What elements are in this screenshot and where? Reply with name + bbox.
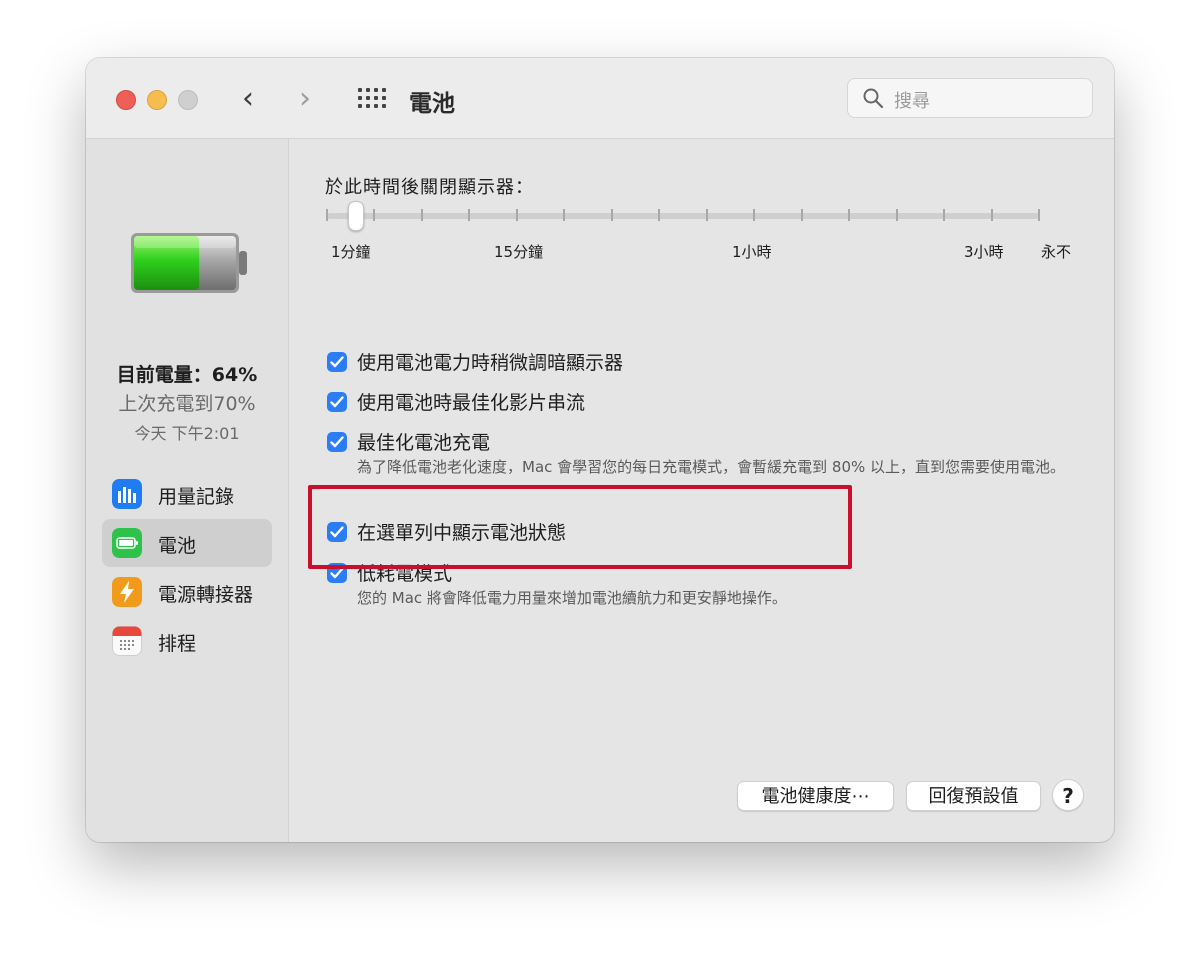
highlight-box bbox=[308, 485, 852, 569]
search-field[interactable]: 搜尋 bbox=[847, 78, 1093, 118]
option-label: 使用電池電力時稍微調暗顯示器 bbox=[357, 352, 624, 374]
slider-tick bbox=[373, 209, 376, 221]
optimized-charging-checkbox[interactable] bbox=[327, 432, 347, 452]
slider-tick bbox=[468, 209, 471, 221]
display-sleep-label: 於此時間後關閉顯示器： bbox=[325, 177, 534, 198]
window-title: 電池 bbox=[409, 91, 455, 117]
last-charged-time: 今天 下午2:01 bbox=[134, 424, 240, 443]
usage-history-icon bbox=[112, 479, 142, 509]
slider-tick bbox=[563, 209, 566, 221]
forward-button[interactable]: › bbox=[299, 84, 311, 114]
slider-tick bbox=[1038, 209, 1040, 221]
display-sleep-slider-knob[interactable] bbox=[348, 201, 364, 231]
sidebar-item-label: 電源轉接器 bbox=[158, 584, 254, 606]
search-icon bbox=[863, 88, 884, 109]
minimize-button[interactable] bbox=[147, 90, 167, 110]
tick-label-never: 永不 bbox=[1041, 243, 1072, 261]
slider-tick bbox=[990, 209, 993, 221]
dim-display-checkbox[interactable] bbox=[327, 352, 347, 372]
slider-tick bbox=[610, 209, 613, 221]
calendar-icon bbox=[112, 626, 142, 656]
zoom-button[interactable] bbox=[178, 90, 198, 110]
slider-tick bbox=[326, 209, 328, 221]
close-button[interactable] bbox=[116, 90, 136, 110]
display-sleep-slider-track[interactable] bbox=[327, 213, 1039, 219]
back-button[interactable]: ‹ bbox=[242, 84, 254, 114]
tick-label-3hours: 3小時 bbox=[964, 243, 1004, 261]
power-adapter-icon bbox=[112, 577, 142, 607]
sidebar-item-label: 電池 bbox=[158, 535, 197, 557]
sidebar: 目前電量：64% 上次充電到70% 今天 下午2:01 用量記錄 電池 電源轉接… bbox=[86, 139, 289, 842]
option-label: 使用電池時最佳化影片串流 bbox=[357, 392, 586, 414]
option-description: 您的 Mac 將會降低電力用量來增加電池續航力和更安靜地操作。 bbox=[357, 589, 787, 607]
battery-icon bbox=[112, 528, 142, 558]
sidebar-item-battery[interactable]: 電池 bbox=[102, 519, 272, 567]
sidebar-item-label: 排程 bbox=[158, 633, 197, 655]
slider-tick bbox=[895, 209, 898, 221]
slider-tick bbox=[515, 209, 518, 221]
sidebar-item-label: 用量記錄 bbox=[158, 486, 235, 508]
preferences-window: ‹ › 電池 搜尋 目前電量：64% 上次充電到70% 今天 下午2:01 用量… bbox=[86, 58, 1114, 842]
slider-tick bbox=[420, 209, 423, 221]
sidebar-item-usage-history[interactable]: 用量記錄 bbox=[102, 470, 272, 518]
sidebar-item-power-adapter[interactable]: 電源轉接器 bbox=[102, 568, 272, 616]
last-charged: 上次充電到70% bbox=[118, 393, 256, 415]
slider-tick bbox=[705, 209, 708, 221]
titlebar: ‹ › 電池 搜尋 bbox=[86, 58, 1114, 139]
optimize-video-checkbox[interactable] bbox=[327, 392, 347, 412]
slider-tick bbox=[800, 209, 803, 221]
sidebar-item-schedule[interactable]: 排程 bbox=[102, 617, 272, 665]
battery-pane: 於此時間後關閉顯示器： 1分鐘 15分鐘 1小時 3小時 永不 使用電池電力時稍… bbox=[289, 139, 1114, 842]
slider-tick bbox=[943, 209, 946, 221]
show-all-grid-icon[interactable] bbox=[358, 88, 386, 110]
tick-label-15min: 15分鐘 bbox=[494, 243, 544, 261]
option-label: 最佳化電池充電 bbox=[357, 432, 491, 454]
help-button[interactable]: ? bbox=[1052, 779, 1084, 811]
slider-tick bbox=[658, 209, 661, 221]
tick-label-1hour: 1小時 bbox=[732, 243, 772, 261]
slider-tick bbox=[848, 209, 851, 221]
option-description: 為了降低電池老化速度，Mac 會學習您的每日充電模式，會暫緩充電到 80% 以上… bbox=[357, 458, 1066, 476]
battery-level-icon bbox=[131, 233, 247, 293]
current-charge: 目前電量：64% bbox=[116, 364, 258, 386]
restore-defaults-button[interactable]: 回復預設值 bbox=[906, 781, 1041, 811]
tick-label-1min: 1分鐘 bbox=[331, 243, 371, 261]
slider-tick bbox=[753, 209, 756, 221]
battery-health-button[interactable]: 電池健康度⋯ bbox=[737, 781, 894, 811]
search-placeholder: 搜尋 bbox=[894, 91, 930, 112]
